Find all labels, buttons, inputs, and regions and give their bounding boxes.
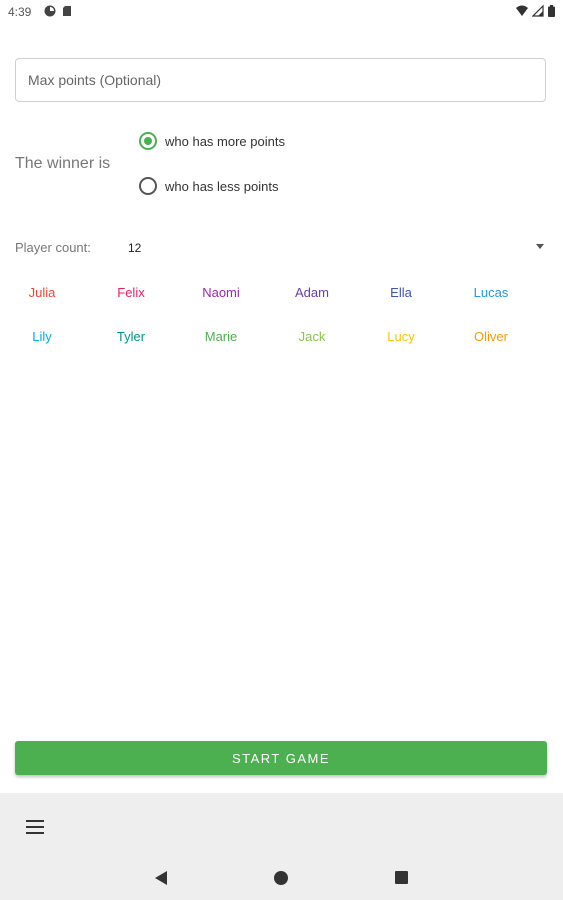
dropdown-arrow-icon: [536, 244, 544, 249]
sd-card-icon: [63, 6, 71, 16]
status-time: 4:39: [8, 5, 32, 19]
player-name[interactable]: Lily: [0, 329, 87, 344]
player-name[interactable]: Julia: [0, 285, 87, 300]
max-points-input[interactable]: [15, 58, 546, 102]
bottom-bar: [0, 793, 563, 900]
player-name[interactable]: Adam: [267, 285, 357, 300]
start-game-button[interactable]: START GAME: [15, 741, 547, 775]
radio-button-unchecked[interactable]: [139, 177, 157, 195]
player-count-label: Player count:: [15, 240, 91, 255]
radio-option-more-points[interactable]: who has more points: [139, 132, 285, 150]
back-triangle-icon[interactable]: [154, 870, 168, 886]
radio-label: who has less points: [165, 178, 279, 194]
wifi-icon: [516, 5, 528, 16]
player-name[interactable]: Tyler: [86, 329, 176, 344]
player-name[interactable]: Felix: [86, 285, 176, 300]
winner-label: The winner is: [15, 155, 111, 172]
battery-icon: [548, 5, 555, 17]
radio-label: who has more points: [165, 133, 285, 149]
player-name[interactable]: Lucy: [356, 329, 446, 344]
player-name[interactable]: Lucas: [446, 285, 536, 300]
player-name[interactable]: Ella: [356, 285, 446, 300]
status-left-icons: [44, 5, 74, 17]
player-name[interactable]: Oliver: [446, 329, 536, 344]
home-circle-icon[interactable]: [274, 871, 288, 885]
status-right-icons: [516, 5, 555, 17]
player-name[interactable]: Naomi: [176, 285, 266, 300]
signal-icon: [532, 5, 544, 17]
player-count-dropdown[interactable]: [120, 232, 550, 262]
recents-square-icon[interactable]: [395, 871, 408, 884]
hamburger-menu-icon[interactable]: [26, 820, 44, 834]
radio-button-checked[interactable]: [139, 132, 157, 150]
status-bar: 4:39: [0, 0, 563, 24]
radio-option-less-points[interactable]: who has less points: [139, 177, 278, 195]
player-name[interactable]: Jack: [267, 329, 357, 344]
player-name[interactable]: Marie: [176, 329, 266, 344]
data-saver-icon: [44, 5, 56, 17]
player-count-value: 12: [128, 241, 142, 255]
